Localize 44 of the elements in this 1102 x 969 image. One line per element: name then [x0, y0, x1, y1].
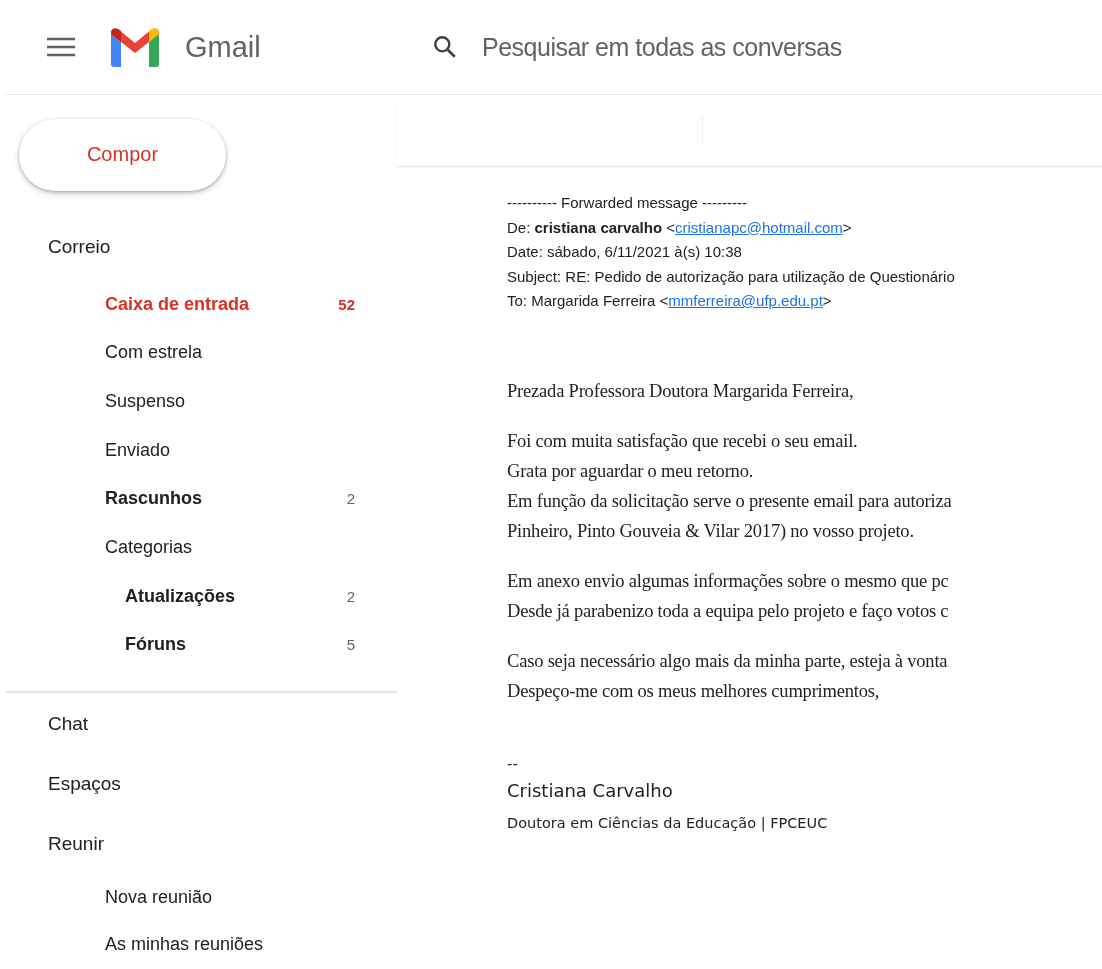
meeting-item[interactable]: As minhas reuniões [105, 934, 355, 956]
signature-separator: -- [507, 753, 519, 774]
email-link[interactable]: cristianapc@hotmail.com [675, 218, 843, 236]
folder-item[interactable]: Com estrela [0, 328, 397, 378]
body-text: Grata por aguardar o meu retorno. [507, 459, 755, 483]
body-text: Caso seja necessário algo mais da minha parte, esteja à vonta [507, 649, 949, 673]
body-text: Em anexo envio algumas informações sobre o mesmo que pc [507, 569, 950, 593]
signature-title: Doutora em Ciências da Educação | FPCEUC [507, 813, 829, 834]
body-text: Em função da solicitação serve o presente email para autoriza [507, 489, 953, 513]
bracket-text: > [822, 292, 832, 309]
section-title[interactable]: Reunir [0, 833, 397, 856]
unread-count: 2 [346, 490, 355, 508]
folder-item[interactable]: Fóruns 5 [0, 620, 397, 670]
unread-count: 2 [346, 587, 355, 605]
from-label: De: cristiana carvalho < [507, 218, 676, 236]
date-line: Date: sábado, 6/11/2021 à(s) 10:38 [507, 242, 743, 262]
body-text: Despeço-me com os meus melhores cumprimentos, [507, 679, 881, 703]
bracket-text: > [842, 218, 852, 236]
compose-button[interactable]: Compor [19, 119, 226, 191]
unread-count: 52 [338, 295, 355, 313]
search-field[interactable]: Pesquisar em todas as conversas [480, 31, 1084, 63]
search-icon[interactable] [432, 34, 458, 60]
folder-item[interactable]: Categorias [0, 523, 397, 572]
folder-item[interactable]: Enviado [0, 425, 397, 475]
body-text: Prezada Professora Doutora Margarida Ferreira, [507, 379, 855, 403]
body-text: Pinheiro, Pinto Gouveia & Vilar 2017) no vosso projeto. [507, 519, 915, 543]
folder-item[interactable]: Suspenso [0, 377, 397, 426]
meeting-item[interactable]: Nova reunião [105, 886, 355, 908]
section-title[interactable]: Correio [0, 235, 397, 258]
folder-item[interactable]: Atualizações 2 [0, 571, 397, 621]
menu-icon[interactable] [47, 37, 75, 57]
email-link[interactable]: mmferreira@ufp.edu.pt [668, 292, 823, 309]
section-title[interactable]: Chat [0, 713, 397, 736]
folder-item[interactable]: Rascunhos 2 [0, 474, 397, 524]
folder-item[interactable]: Caixa de entrada 52 [0, 279, 397, 329]
signature-name: Cristiana Carvalho [507, 778, 674, 803]
subject-line: Subject: RE: Pedido de autorização para utilização de Questionário [507, 266, 956, 287]
unread-count: 5 [346, 636, 355, 654]
body-text: Desde já parabenizo toda a equipa pelo projeto e faço votos c [507, 599, 950, 623]
to-label: To: Margarida Ferreira < [507, 292, 669, 309]
body-text: Foi com muita satisfação que recebi o seu email. [507, 429, 859, 453]
app-name: Gmail [185, 30, 261, 64]
section-title[interactable]: Espaços [0, 773, 397, 796]
forwarded-header: ---------- Forwarded message --------- [507, 193, 748, 213]
